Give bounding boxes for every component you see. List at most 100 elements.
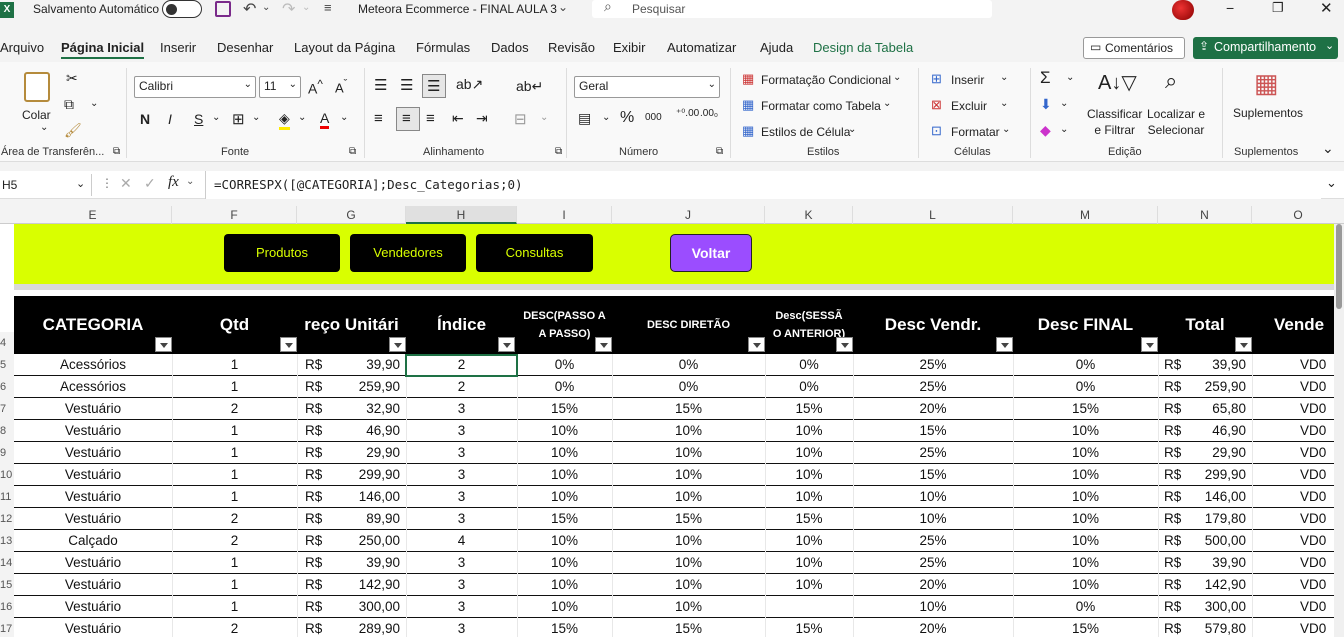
cell-desc-vendr[interactable]: 15% <box>853 420 1013 442</box>
dialog-launcher-icon[interactable]: ⧉ <box>113 146 120 157</box>
row-header[interactable]: 13 <box>0 530 14 552</box>
merge-center-icon[interactable]: ⊟ <box>514 110 527 128</box>
cell-desc-vendr[interactable]: 10% <box>853 486 1013 508</box>
filter-dropdown-icon[interactable] <box>748 337 765 352</box>
decrease-decimal-icon[interactable]: .00₀ <box>700 108 718 119</box>
dialog-launcher-icon[interactable]: ⧉ <box>555 146 562 157</box>
search-box[interactable]: ⌕ Pesquisar <box>592 0 992 18</box>
cell-desc-passo[interactable]: 10% <box>517 420 612 442</box>
cell-total-valor[interactable]: 46,90 <box>1188 420 1252 442</box>
chevron-down-icon[interactable]: ⌄ <box>1066 72 1074 83</box>
cell-desc-diretao[interactable]: 0% <box>612 376 765 398</box>
header-categoria[interactable]: CATEGORIA <box>14 296 172 354</box>
delete-cells-button[interactable]: Excluir <box>951 99 987 113</box>
cell-total-valor[interactable]: 146,00 <box>1188 486 1252 508</box>
chevron-down-icon[interactable]: ⌄ <box>186 176 194 187</box>
chevron-down-icon[interactable]: ⌄ <box>1060 98 1068 109</box>
chevron-down-icon[interactable]: ⌄ <box>252 112 260 123</box>
cell-styles-button[interactable]: Estilos de Célula <box>761 125 850 139</box>
filter-dropdown-icon[interactable] <box>996 337 1013 352</box>
row-header[interactable]: 6 <box>0 376 14 398</box>
cell-desc-final[interactable]: 10% <box>1013 442 1158 464</box>
cell-total-valor[interactable]: 29,90 <box>1188 442 1252 464</box>
column-header-j[interactable]: J <box>612 206 765 224</box>
cell-desc-passo[interactable]: 10% <box>517 442 612 464</box>
chevron-down-icon[interactable]: ⌄ <box>1060 124 1068 135</box>
cell-desc-vendr[interactable]: 20% <box>853 398 1013 420</box>
cell-desc-sessao[interactable]: 0% <box>765 354 853 376</box>
cell-total-currency[interactable]: R$ <box>1158 618 1188 637</box>
cell-desc-vendr[interactable]: 25% <box>853 376 1013 398</box>
cell-desc-passo[interactable]: 0% <box>517 354 612 376</box>
cell-vendedor[interactable]: VD0 <box>1252 618 1334 637</box>
cell-desc-vendr[interactable]: 15% <box>853 464 1013 486</box>
cell-total-valor[interactable]: 142,90 <box>1188 574 1252 596</box>
cell-preco-currency[interactable]: R$ <box>297 574 327 596</box>
dialog-launcher-icon[interactable]: ⧉ <box>349 146 356 157</box>
collapse-ribbon-icon[interactable]: ⌄ <box>1322 140 1334 157</box>
number-format-select[interactable]: Geral ⌄ <box>574 76 720 98</box>
cell-desc-vendr[interactable]: 20% <box>853 574 1013 596</box>
cell-indice[interactable]: 3 <box>406 420 517 442</box>
chevron-down-icon[interactable]: ⌄ <box>602 112 610 123</box>
cell-total-currency[interactable]: R$ <box>1158 376 1188 398</box>
minimize-icon[interactable]: − <box>1226 0 1234 16</box>
cell-preco-valor[interactable]: 259,90 <box>327 376 406 398</box>
increase-decimal-icon[interactable]: ⁺⁰.00 <box>676 108 699 119</box>
cell-categoria[interactable]: Vestuário <box>14 442 172 464</box>
font-size-select[interactable]: 11 ⌄ <box>259 76 301 98</box>
chevron-down-icon[interactable]: ⌄ <box>848 124 856 135</box>
undo-icon[interactable]: ↶ <box>243 0 256 19</box>
cell-preco-currency[interactable]: R$ <box>297 442 327 464</box>
autosum-icon[interactable]: Σ <box>1040 68 1051 88</box>
cell-preco-valor[interactable]: 300,00 <box>327 596 406 618</box>
share-button[interactable]: ⇪ Compartilhamento ⌄ <box>1193 37 1338 59</box>
cell-desc-sessao[interactable]: 15% <box>765 398 853 420</box>
cell-preco-valor[interactable]: 299,90 <box>327 464 406 486</box>
cell-preco-currency[interactable]: R$ <box>297 420 327 442</box>
insert-cells-button[interactable]: Inserir <box>951 73 984 87</box>
decrease-indent-icon[interactable]: ⇤ <box>452 110 464 127</box>
cell-desc-diretao[interactable]: 0% <box>612 354 765 376</box>
menu-design-da-tabela[interactable]: Design da Tabela <box>813 40 913 55</box>
menu-revisao[interactable]: Revisão <box>548 40 595 55</box>
cell-preco-currency[interactable]: R$ <box>297 618 327 637</box>
increase-indent-icon[interactable]: ⇥ <box>476 110 488 127</box>
format-painter-icon[interactable]: 🖌 <box>64 122 82 139</box>
cell-indice[interactable]: 2 <box>406 376 517 398</box>
cell-desc-final[interactable]: 10% <box>1013 464 1158 486</box>
cell-indice[interactable]: 3 <box>406 574 517 596</box>
cell-preco-valor[interactable]: 46,90 <box>327 420 406 442</box>
insert-function-icon[interactable]: fx <box>168 174 179 191</box>
cell-qtd[interactable]: 2 <box>172 508 297 530</box>
cell-desc-diretao[interactable]: 10% <box>612 596 765 618</box>
cell-total-currency[interactable]: R$ <box>1158 398 1188 420</box>
cell-vendedor[interactable]: VD0 <box>1252 574 1334 596</box>
cell-desc-passo[interactable]: 10% <box>517 574 612 596</box>
align-left-icon[interactable]: ≡ <box>374 110 383 127</box>
cell-total-currency[interactable]: R$ <box>1158 530 1188 552</box>
increase-font-icon[interactable]: A^ <box>308 78 323 97</box>
cell-desc-passo[interactable]: 0% <box>517 376 612 398</box>
menu-pagina-inicial[interactable]: Página Inicial <box>61 40 145 59</box>
cell-desc-passo[interactable]: 15% <box>517 398 612 420</box>
cell-categoria[interactable]: Vestuário <box>14 596 172 618</box>
expand-formula-icon[interactable]: ⌄ <box>1326 175 1337 191</box>
menu-formulas[interactable]: Fórmulas <box>416 40 470 55</box>
currency-icon[interactable]: ▤ <box>578 110 591 127</box>
cell-desc-passo[interactable]: 10% <box>517 464 612 486</box>
row-header[interactable]: 16 <box>0 596 14 618</box>
cell-qtd[interactable]: 1 <box>172 552 297 574</box>
redo-dropdown-icon[interactable]: ⌄ <box>302 2 310 13</box>
produtos-button[interactable]: Produtos <box>224 234 340 272</box>
filter-dropdown-icon[interactable] <box>155 337 172 352</box>
underline-button[interactable]: S <box>194 111 203 127</box>
cell-styles-icon[interactable]: ▦ <box>742 123 754 139</box>
row-header[interactable]: 11 <box>0 486 14 508</box>
row-header[interactable]: 7 <box>0 398 14 420</box>
cell-preco-currency[interactable]: R$ <box>297 398 327 420</box>
cell-desc-sessao[interactable] <box>765 596 853 618</box>
cell-preco-valor[interactable]: 39,90 <box>327 354 406 376</box>
cell-desc-passo[interactable]: 10% <box>517 596 612 618</box>
cell-preco-valor[interactable]: 89,90 <box>327 508 406 530</box>
